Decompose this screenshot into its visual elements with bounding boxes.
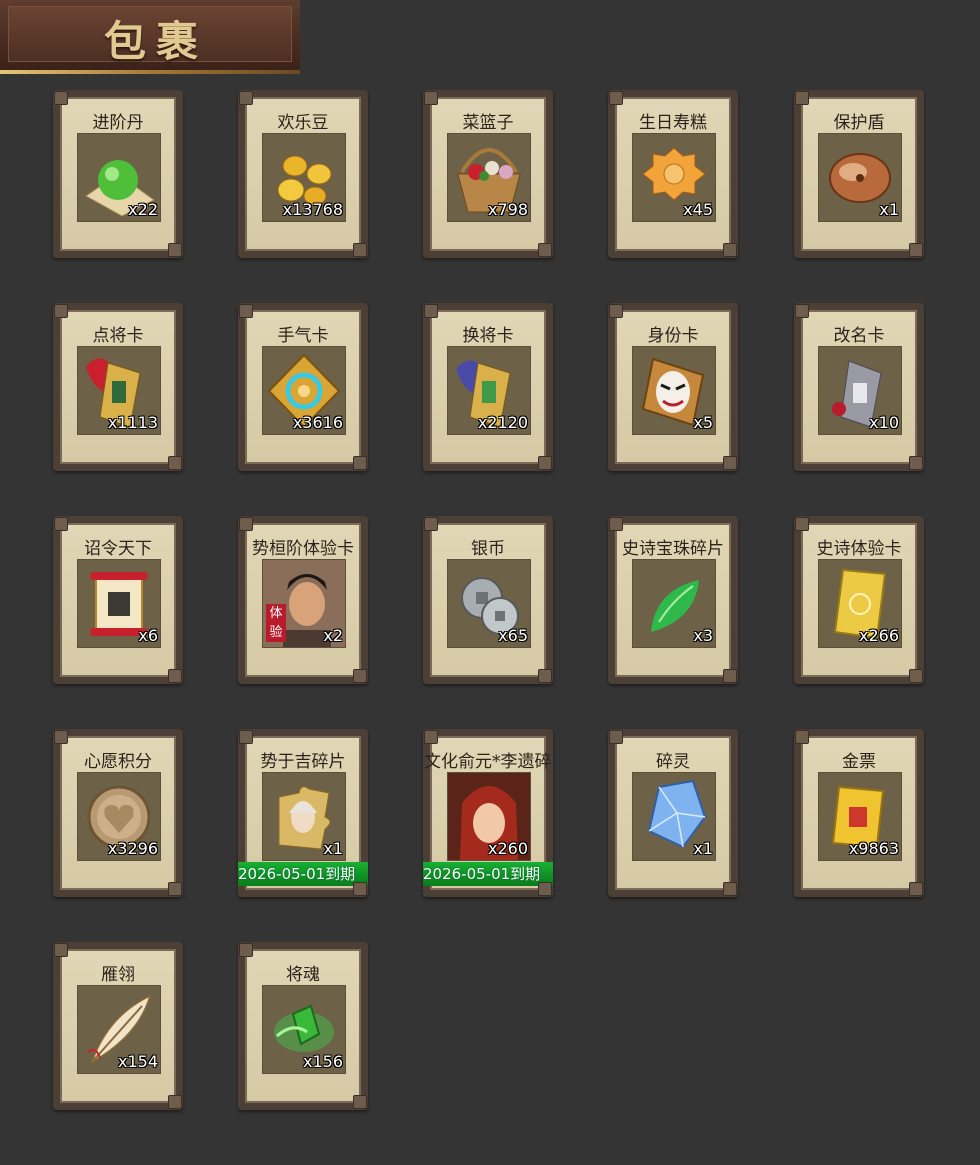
item-name: 史诗宝珠碎片	[622, 539, 724, 559]
item-name: 银币	[471, 539, 505, 559]
trial-badge: 体验	[266, 604, 286, 642]
item-card[interactable]: 雁翎 x154	[53, 942, 183, 1110]
item-quantity: x6	[138, 626, 158, 645]
item-quantity: x260	[487, 839, 528, 858]
item-name: 碎灵	[656, 752, 690, 772]
item-quantity: x3296	[107, 839, 158, 858]
item-quantity: x2	[323, 626, 343, 645]
item-card[interactable]: 进阶丹 x22	[53, 90, 183, 258]
item-quantity: x1113	[107, 413, 158, 432]
item-card[interactable]: 手气卡 x3616	[238, 303, 368, 471]
item-quantity: x156	[302, 1052, 343, 1071]
item-name: 将魂	[286, 965, 320, 985]
item-card[interactable]: 将魂 x156	[238, 942, 368, 1110]
item-quantity: x154	[117, 1052, 158, 1071]
item-card[interactable]: 保护盾 x1	[794, 90, 924, 258]
item-card[interactable]: 势桓阶体验卡 体验 x2	[238, 516, 368, 684]
item-card[interactable]: 欢乐豆 x13768	[238, 90, 368, 258]
item-card[interactable]: 史诗体验卡 x266	[794, 516, 924, 684]
item-name: 手气卡	[277, 326, 329, 346]
item-quantity: x3616	[292, 413, 343, 432]
item-name: 保护盾	[833, 113, 885, 133]
page-title: 包裹	[104, 17, 209, 66]
item-card[interactable]: 点将卡 x1113	[53, 303, 183, 471]
item-card[interactable]: 势于吉碎片 x1 2026-05-01到期	[238, 729, 368, 897]
item-name: 诏令天下	[84, 539, 152, 559]
item-card[interactable]: 碎灵 x1	[608, 729, 738, 897]
item-card[interactable]: 诏令天下 x6	[53, 516, 183, 684]
item-quantity: x266	[858, 626, 899, 645]
item-card[interactable]: 史诗宝珠碎片 x3	[608, 516, 738, 684]
bag-title-banner: 包裹	[0, 0, 300, 74]
item-quantity: x9863	[848, 839, 899, 858]
expiry-banner: 2026-05-01到期	[238, 862, 368, 886]
item-card[interactable]: 菜篮子 x798	[423, 90, 553, 258]
item-name: 史诗体验卡	[816, 539, 902, 559]
item-name: 菜篮子	[462, 113, 514, 133]
item-name: 欢乐豆	[277, 113, 329, 133]
item-name: 势桓阶体验卡	[252, 539, 354, 559]
item-name: 势于吉碎片	[260, 752, 346, 772]
item-card[interactable]: 身份卡 x5	[608, 303, 738, 471]
item-quantity: x1	[693, 839, 713, 858]
item-name: 身份卡	[647, 326, 699, 346]
item-card[interactable]: 文化俞元*李遗碎片 x260 2026-05-01到期	[423, 729, 553, 897]
item-quantity: x5	[693, 413, 713, 432]
item-card[interactable]: 生日寿糕 x45	[608, 90, 738, 258]
expiry-banner: 2026-05-01到期	[423, 862, 553, 886]
item-quantity: x22	[128, 200, 158, 219]
item-card[interactable]: 金票 x9863	[794, 729, 924, 897]
item-card[interactable]: 银币 x65	[423, 516, 553, 684]
item-quantity: x3	[693, 626, 713, 645]
item-quantity: x65	[498, 626, 528, 645]
item-quantity: x13768	[282, 200, 343, 219]
item-name: 金票	[842, 752, 876, 772]
item-name: 生日寿糕	[639, 113, 707, 133]
item-quantity: x45	[683, 200, 713, 219]
item-name: 雁翎	[101, 965, 135, 985]
item-name: 点将卡	[92, 326, 144, 346]
item-quantity: x798	[487, 200, 528, 219]
item-quantity: x2120	[477, 413, 528, 432]
item-name: 文化俞元*李遗碎片	[424, 752, 552, 772]
item-name: 进阶丹	[92, 113, 144, 133]
item-quantity: x1	[879, 200, 899, 219]
item-quantity: x1	[323, 839, 343, 858]
item-card[interactable]: 心愿积分 x3296	[53, 729, 183, 897]
item-card[interactable]: 改名卡 x10	[794, 303, 924, 471]
item-quantity: x10	[869, 413, 899, 432]
item-card[interactable]: 换将卡 x2120	[423, 303, 553, 471]
item-name: 改名卡	[833, 326, 885, 346]
item-name: 换将卡	[462, 326, 514, 346]
item-name: 心愿积分	[84, 752, 152, 772]
